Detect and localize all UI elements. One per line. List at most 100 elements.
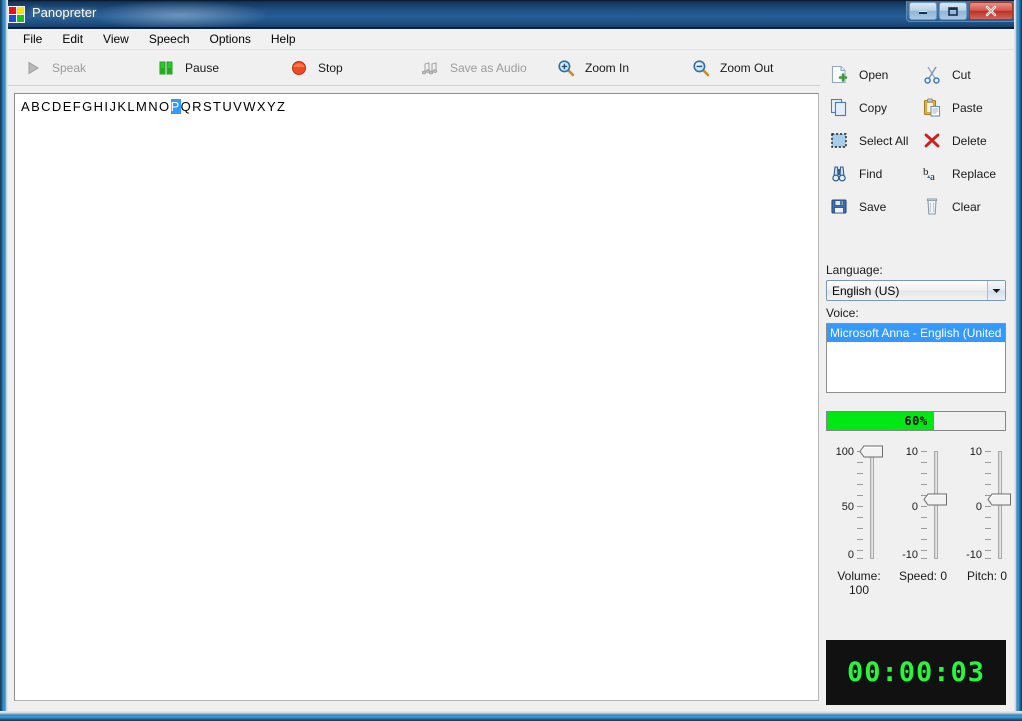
menu-item-edit[interactable]: Edit xyxy=(53,30,92,48)
music-note-icon xyxy=(418,60,444,76)
play-icon xyxy=(20,61,46,75)
toolbar-zoom-out-button[interactable]: Zoom Out xyxy=(688,50,773,86)
replace-button[interactable]: b a Replace xyxy=(919,157,1012,190)
chevron-down-icon[interactable] xyxy=(987,281,1005,300)
voice-list-item[interactable]: Microsoft Anna - English (United Sta xyxy=(827,324,1005,342)
cut-button[interactable]: Cut xyxy=(919,58,1012,91)
volume-value-text: 100 xyxy=(849,583,869,597)
maximize-button[interactable] xyxy=(939,2,967,20)
select-all-label: Select All xyxy=(859,134,908,148)
side-panel: Open Cut xyxy=(820,50,1014,711)
close-button[interactable] xyxy=(969,2,1013,20)
menu-item-view[interactable]: View xyxy=(94,30,138,48)
pause-icon xyxy=(153,60,179,76)
window-border-right xyxy=(1014,0,1022,721)
menu-item-options[interactable]: Options xyxy=(201,30,260,48)
window-controls xyxy=(906,1,1016,22)
copy-label: Copy xyxy=(859,101,887,115)
maximize-icon xyxy=(947,6,959,17)
toolbar-speak-label: Speak xyxy=(52,61,86,75)
volume-thumb[interactable] xyxy=(859,445,884,458)
pitch-thumb[interactable] xyxy=(987,493,1012,506)
toolbar-zoom-out-label: Zoom Out xyxy=(720,61,773,75)
zoom-in-icon xyxy=(553,59,579,77)
volume-track[interactable] xyxy=(870,451,874,559)
stop-icon xyxy=(286,60,312,76)
copy-button[interactable]: Copy xyxy=(826,91,919,124)
timer-value: 00:00:03 xyxy=(847,657,985,688)
replace-label: Replace xyxy=(952,167,996,181)
slider-group: 100 50 0 xyxy=(820,445,1014,590)
paste-label: Paste xyxy=(952,101,983,115)
menu-item-file[interactable]: File xyxy=(14,30,51,48)
language-selected-value: English (US) xyxy=(827,284,987,298)
pitch-mid-label: 0 xyxy=(976,502,982,512)
window-border-bottom xyxy=(0,711,1022,721)
menu-item-speech[interactable]: Speech xyxy=(140,30,199,48)
volume-slider[interactable]: 100 50 0 xyxy=(828,445,890,590)
progress-bar: 60% xyxy=(826,411,1006,431)
toolbar-stop-label: Stop xyxy=(318,61,343,75)
clipboard-paste-icon xyxy=(919,97,945,119)
volume-caption: Volume:100 xyxy=(828,569,890,597)
progress-bar-label: 60% xyxy=(827,412,1005,430)
text-editor[interactable]: ABCDEFGHIJKLMNOPQRSTUVWXYZ xyxy=(14,93,819,701)
paste-button[interactable]: Paste xyxy=(919,91,1012,124)
open-button[interactable]: Open xyxy=(826,58,919,91)
volume-max-label: 100 xyxy=(836,447,854,457)
save-label: Save xyxy=(859,200,886,214)
save-button[interactable]: Save xyxy=(826,190,919,223)
speed-caption: Speed: 0 xyxy=(892,569,954,583)
svg-text:b: b xyxy=(923,166,929,178)
svg-text:a: a xyxy=(930,171,935,183)
find-label: Find xyxy=(859,167,882,181)
editor-text-after: QRSTUVWXYZ xyxy=(181,99,287,114)
close-icon xyxy=(984,5,998,17)
toolbar-stop-button[interactable]: Stop xyxy=(286,50,343,86)
scissors-icon xyxy=(919,64,945,86)
language-dropdown[interactable]: English (US) xyxy=(826,280,1006,301)
toolbar-save-as-audio-button[interactable]: Save as Audio xyxy=(418,50,527,86)
speed-mid-label: 0 xyxy=(912,502,918,512)
client-area: Speak Pause xyxy=(8,50,1014,711)
cut-label: Cut xyxy=(952,68,971,82)
window-border-left xyxy=(0,0,8,721)
pitch-slider[interactable]: 10 0 -10 xyxy=(956,445,1018,590)
timer-display: 00:00:03 xyxy=(826,640,1006,705)
speed-thumb[interactable] xyxy=(923,493,948,506)
window-title: Panopreter xyxy=(32,5,96,20)
minimize-icon xyxy=(917,6,929,16)
volume-caption-text: Volume: xyxy=(837,569,880,583)
toolbar-zoom-in-button[interactable]: Zoom In xyxy=(553,50,629,86)
menu-item-help[interactable]: Help xyxy=(262,30,305,48)
find-button[interactable]: Find xyxy=(826,157,919,190)
replace-ba-icon: b a xyxy=(919,163,945,185)
floppy-disk-icon xyxy=(826,196,852,218)
clear-button[interactable]: Clear xyxy=(919,190,1012,223)
volume-mid-label: 50 xyxy=(842,502,854,512)
delete-button[interactable]: Delete xyxy=(919,124,1012,157)
toolbar-zoom-in-label: Zoom In xyxy=(585,61,629,75)
voice-listbox[interactable]: Microsoft Anna - English (United Sta xyxy=(826,323,1006,393)
editor-content: ABCDEFGHIJKLMNOPQRSTUVWXYZ xyxy=(15,94,818,119)
menu-bar: File Edit View Speech Options Help xyxy=(8,29,1014,50)
trash-bin-icon xyxy=(919,196,945,218)
copy-icon xyxy=(826,97,852,119)
minimize-button[interactable] xyxy=(909,2,937,20)
voice-label: Voice: xyxy=(826,306,859,320)
toolbar-speak-button[interactable]: Speak xyxy=(20,50,86,86)
editor-text-before: ABCDEFGHIJKLMNO xyxy=(21,99,171,114)
toolbar-pause-button[interactable]: Pause xyxy=(153,50,219,86)
pitch-min-label: -10 xyxy=(966,550,982,560)
select-all-button[interactable]: Select All xyxy=(826,124,919,157)
open-file-icon xyxy=(826,64,852,86)
speed-slider[interactable]: 10 0 -10 xyxy=(892,445,954,590)
title-bar: Panopreter xyxy=(0,0,1022,28)
zoom-out-icon xyxy=(688,59,714,77)
select-all-icon xyxy=(826,130,852,152)
clear-label: Clear xyxy=(952,200,981,214)
language-label: Language: xyxy=(826,263,883,277)
app-logo-icon xyxy=(8,6,25,23)
toolbar-pause-label: Pause xyxy=(185,61,219,75)
application-window: Panopreter Fi xyxy=(0,0,1022,721)
